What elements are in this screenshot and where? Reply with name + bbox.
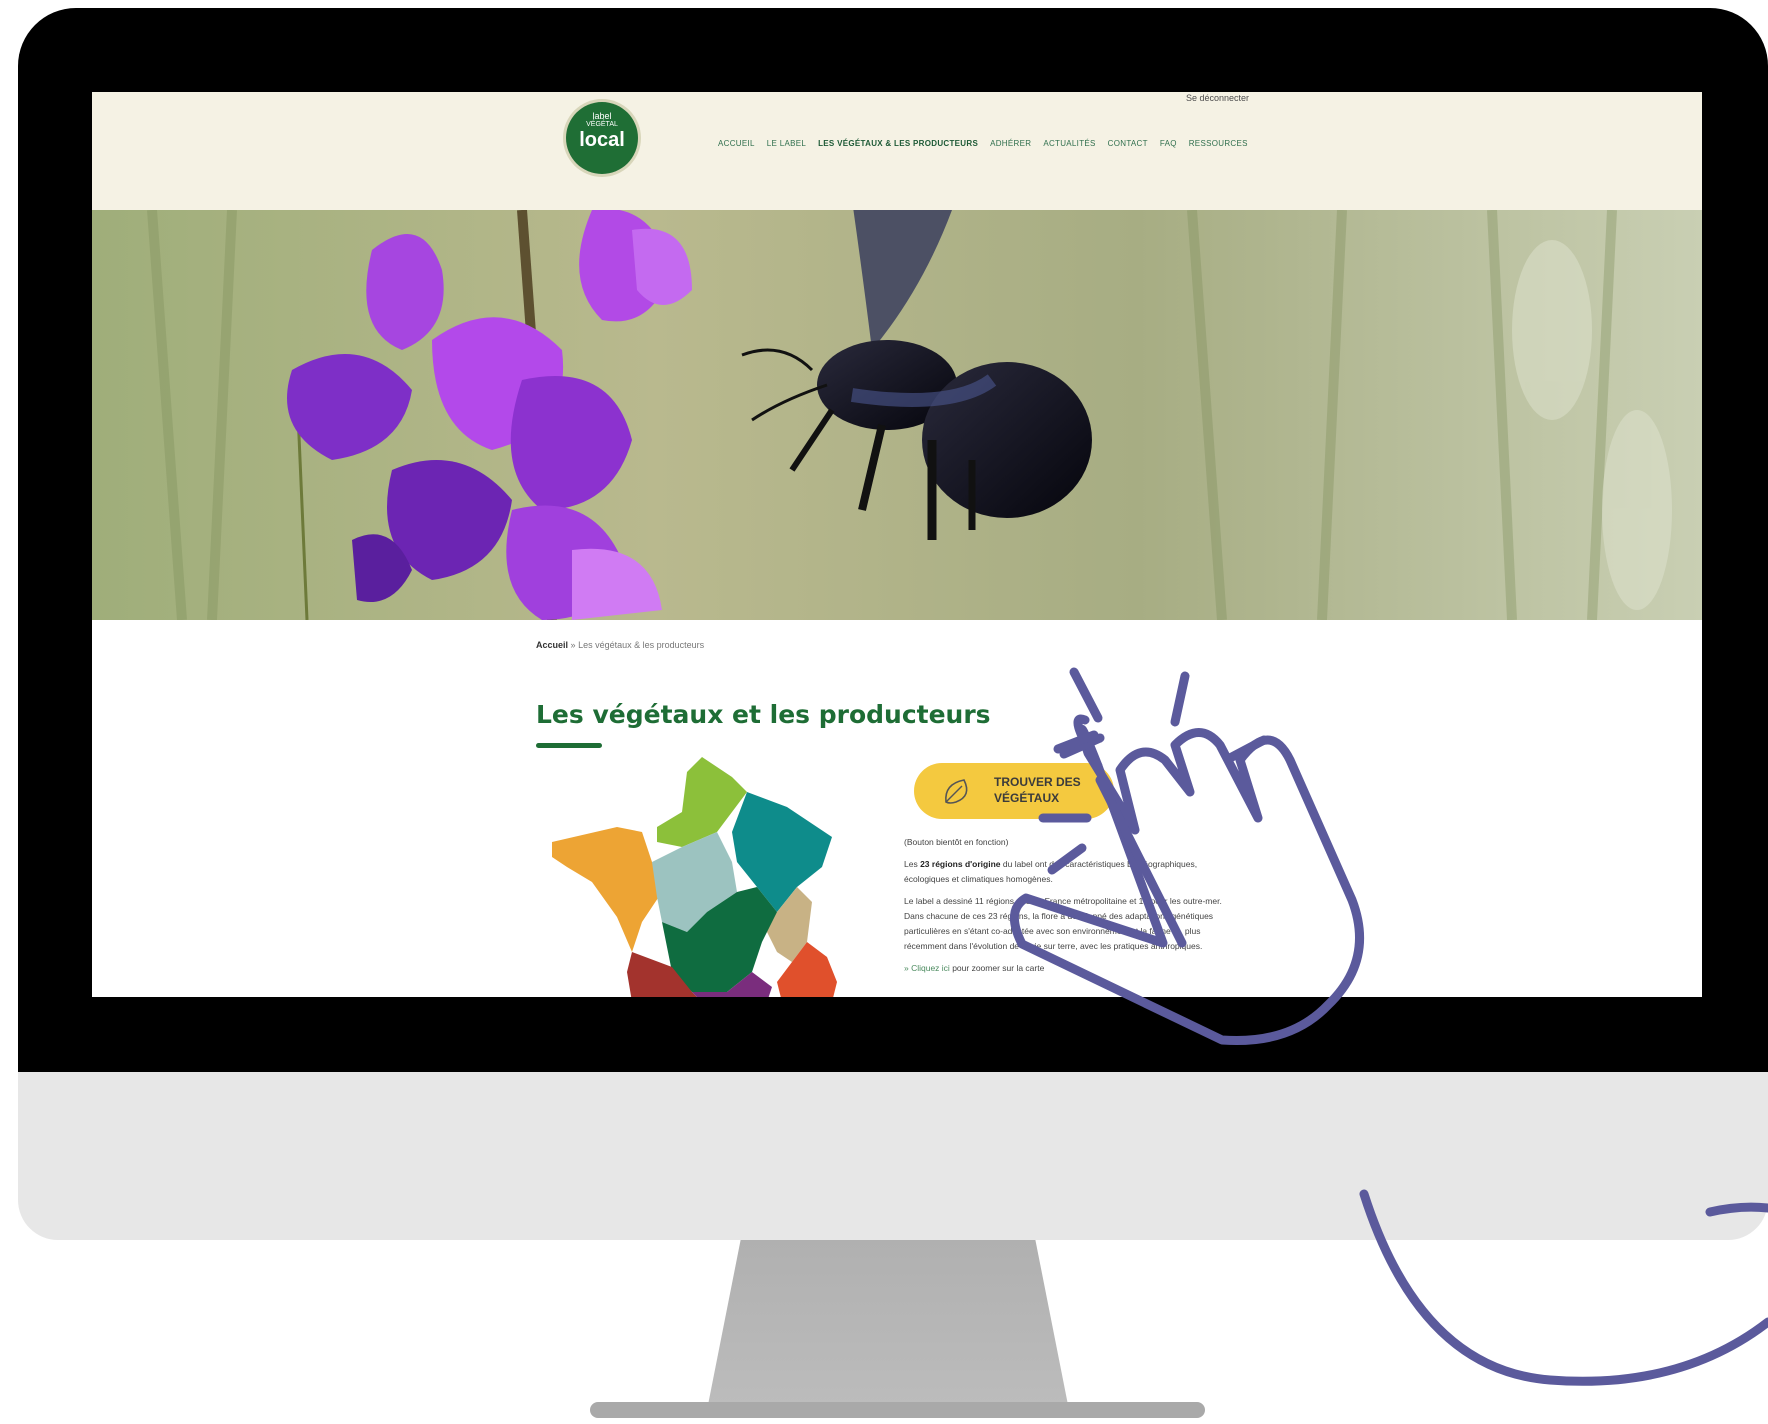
nav-item-vegetaux-producteurs[interactable]: LES VÉGÉTAUX & LES PRODUCTEURS xyxy=(818,139,978,148)
logo-line-2: VÉGÉTAL xyxy=(586,121,618,128)
nav-item-ressources[interactable]: RESSOURCES xyxy=(1189,139,1248,148)
website-screen: Se déconnecter label VÉGÉTAL local ACCUE… xyxy=(92,92,1702,997)
logout-link[interactable]: Se déconnecter xyxy=(1186,93,1249,103)
para3-text: pour zoomer sur la carte xyxy=(949,963,1045,973)
logo-line-3: local xyxy=(579,129,625,151)
intro-text: (Bouton bientôt en fonction) Les 23 régi… xyxy=(904,835,1244,983)
nav-item-accueil[interactable]: ACCUEIL xyxy=(718,139,755,148)
page-title: Les végétaux et les producteurs xyxy=(536,700,991,729)
breadcrumb: Accueil » Les végétaux & les producteurs xyxy=(536,640,704,650)
para1-start: Les xyxy=(904,859,921,869)
breadcrumb-current: Les végétaux & les producteurs xyxy=(578,640,705,650)
monitor-chin xyxy=(18,1055,1768,1240)
nav-item-actualites[interactable]: ACTUALITÉS xyxy=(1043,139,1095,148)
main-nav: ACCUEIL LE LABEL LES VÉGÉTAUX & LES PROD… xyxy=(718,139,1248,148)
monitor-stand-neck xyxy=(707,1238,1069,1408)
nav-item-contact[interactable]: CONTACT xyxy=(1108,139,1148,148)
site-logo[interactable]: label VÉGÉTAL local xyxy=(566,102,638,174)
intro-paragraph-3: » Cliquez ici pour zoomer sur la carte xyxy=(904,961,1244,976)
nav-item-faq[interactable]: FAQ xyxy=(1160,139,1177,148)
site-header: Se déconnecter label VÉGÉTAL local ACCUE… xyxy=(92,92,1702,210)
title-underline xyxy=(536,743,602,748)
breadcrumb-separator: » xyxy=(570,640,576,650)
intro-paragraph-2: Le label a dessiné 11 régions pour la Fr… xyxy=(904,896,1222,951)
nav-item-adherer[interactable]: ADHÉRER xyxy=(990,139,1031,148)
monitor-stand-base xyxy=(590,1402,1205,1418)
zoom-map-link[interactable]: » Cliquez ici xyxy=(904,963,950,973)
france-regions-map[interactable] xyxy=(542,752,872,997)
para1-bold: 23 régions d'origine xyxy=(920,859,1001,869)
find-plants-label: TROUVER DES VÉGÉTAUX xyxy=(994,775,1081,805)
nav-item-le-label[interactable]: LE LABEL xyxy=(767,139,806,148)
status-note: (Bouton bientôt en fonction) xyxy=(904,837,1009,847)
intro-paragraph-1: Les 23 régions d'origine du label ont de… xyxy=(904,857,1244,887)
leaf-icon xyxy=(945,779,968,804)
find-plants-button[interactable]: TROUVER DES VÉGÉTAUX xyxy=(914,763,1114,819)
logo-line-1: label xyxy=(592,111,612,121)
hero-banner-image xyxy=(92,210,1702,620)
breadcrumb-home[interactable]: Accueil xyxy=(536,640,568,650)
